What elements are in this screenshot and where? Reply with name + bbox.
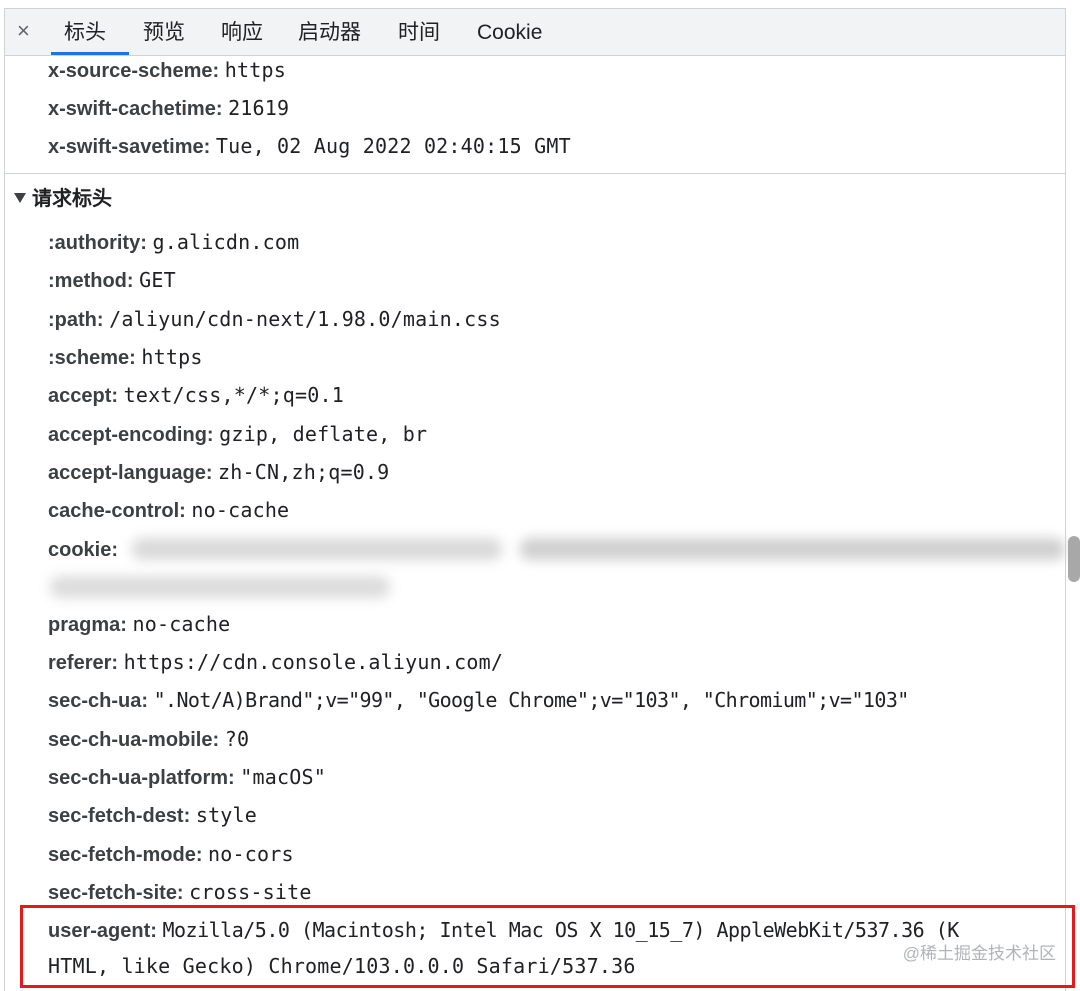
header-row: cache-control: no-cache [48, 497, 289, 524]
header-value: "macOS" [240, 765, 326, 789]
expand-triangle-icon [14, 192, 26, 203]
tab-bar: × 标头 预览 响应 启动器 时间 Cookie [5, 9, 1065, 56]
redacted-cookie-value [520, 538, 1065, 560]
header-row: :scheme: https [48, 344, 203, 371]
close-icon[interactable]: × [17, 18, 30, 44]
header-value: ?0 [224, 727, 250, 751]
header-value: https://cdn.console.aliyun.com/ [123, 650, 504, 674]
tab-headers[interactable]: 标头 [64, 20, 106, 46]
tab-cookies[interactable]: Cookie [477, 20, 542, 46]
header-row: :method: GET [48, 267, 176, 294]
header-row: sec-fetch-mode: no-cors [48, 841, 294, 868]
header-row: accept-language: zh-CN,zh;q=0.9 [48, 459, 389, 486]
header-value: 21619 [228, 96, 290, 120]
header-row: sec-ch-ua-mobile: ?0 [48, 726, 249, 753]
header-value: no-cors [208, 842, 294, 866]
header-key: accept-language: [48, 462, 213, 484]
header-row: :authority: g.alicdn.com [48, 229, 299, 256]
section-title: 请求标头 [32, 188, 112, 210]
tab-timing[interactable]: 时间 [398, 20, 440, 46]
tab-initiator[interactable]: 启动器 [298, 20, 361, 46]
header-row: accept: text/css,*/*;q=0.1 [48, 382, 344, 409]
header-row: sec-fetch-site: cross-site [48, 879, 312, 906]
header-value: no-cache [191, 498, 290, 522]
header-key: pragma: [48, 614, 127, 636]
section-divider [5, 173, 1065, 174]
header-key: accept-encoding: [48, 424, 214, 446]
header-row: x-swift-cachetime: 21619 [48, 95, 289, 122]
header-key: sec-fetch-mode: [48, 844, 203, 866]
header-key: sec-ch-ua-platform: [48, 767, 235, 789]
header-value: GET [139, 268, 176, 292]
header-value: Tue, 02 Aug 2022 02:40:15 GMT [215, 134, 571, 158]
header-value: /aliyun/cdn-next/1.98.0/main.css [109, 307, 501, 331]
header-value: no-cache [132, 612, 231, 636]
header-value: zh-CN,zh;q=0.9 [218, 460, 390, 484]
header-row: cookie: [48, 536, 118, 563]
header-key: x-swift-cachetime: [48, 98, 223, 120]
header-key: sec-fetch-site: [48, 882, 184, 904]
header-row: accept-encoding: gzip, deflate, br [48, 421, 427, 448]
header-value: gzip, deflate, br [219, 422, 428, 446]
header-row: :path: /aliyun/cdn-next/1.98.0/main.css [48, 306, 501, 333]
header-value: cross-site [189, 880, 312, 904]
active-tab-indicator [51, 52, 129, 55]
header-key: sec-ch-ua-mobile: [48, 729, 220, 751]
header-value: ".Not/A)Brand";v="99", "Google Chrome";v… [153, 688, 910, 712]
header-key: sec-fetch-dest: [48, 805, 191, 827]
header-row: referer: https://cdn.console.aliyun.com/ [48, 649, 503, 676]
header-value: text/css,*/*;q=0.1 [123, 383, 344, 407]
header-key: sec-ch-ua: [48, 690, 149, 712]
header-key: cookie: [48, 539, 119, 561]
header-key: :method: [48, 270, 134, 292]
header-row: sec-ch-ua-platform: "macOS" [48, 764, 326, 791]
header-key: :path: [48, 309, 104, 331]
header-row: pragma: no-cache [48, 611, 230, 638]
header-row: x-source-scheme: https [48, 57, 286, 84]
redacted-cookie-value [50, 576, 390, 598]
redacted-cookie-value [132, 538, 502, 560]
scrollbar-thumb[interactable] [1068, 536, 1080, 582]
header-key: referer: [48, 652, 119, 674]
request-headers-section-toggle[interactable]: 请求标头 [14, 186, 112, 212]
header-value: https [224, 58, 286, 82]
header-key: :scheme: [48, 347, 136, 369]
header-value: https [141, 345, 203, 369]
watermark: @稀土掘金技术社区 [902, 944, 1056, 963]
header-key: :authority: [48, 232, 147, 254]
header-key: x-source-scheme: [48, 60, 220, 82]
header-value: style [195, 803, 258, 827]
header-key: accept: [48, 385, 119, 407]
header-key: x-swift-savetime: [48, 136, 211, 158]
tab-response[interactable]: 响应 [221, 20, 263, 46]
header-row: sec-fetch-dest: style [48, 802, 257, 829]
header-value: g.alicdn.com [152, 230, 300, 254]
header-key: cache-control: [48, 500, 186, 522]
header-row: sec-ch-ua: ".Not/A)Brand";v="99", "Googl… [48, 687, 909, 714]
tab-preview[interactable]: 预览 [143, 20, 185, 46]
header-row: x-swift-savetime: Tue, 02 Aug 2022 02:40… [48, 133, 571, 160]
